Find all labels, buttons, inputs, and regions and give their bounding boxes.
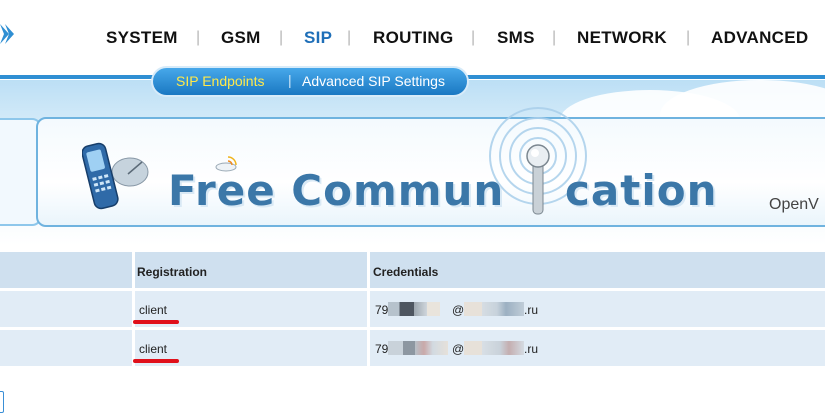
nav-separator: |	[279, 29, 284, 46]
column-divider	[367, 252, 370, 288]
redacted-text	[464, 302, 524, 316]
credentials-tld: .ru	[524, 303, 539, 317]
column-divider	[367, 291, 370, 327]
header-registration: Registration	[137, 265, 208, 279]
nav-network[interactable]: NETWORK	[577, 28, 667, 48]
banner-slogan-right: cation	[565, 166, 718, 215]
credentials-prefix: 79	[375, 303, 389, 317]
banner: Free Commun cation OpenV	[0, 80, 825, 245]
nav-routing[interactable]: ROUTING	[373, 28, 453, 48]
credentials-tld: .ru	[524, 342, 539, 356]
header-credentials: Credentials	[373, 265, 439, 279]
subnav-advanced-sip-settings[interactable]: Advanced SIP Settings	[302, 73, 445, 89]
subnav-sip-endpoints[interactable]: SIP Endpoints	[176, 73, 264, 89]
nav-sms[interactable]: SMS	[497, 28, 535, 48]
edge-control[interactable]	[0, 391, 4, 413]
table-header-row: Registration Credentials	[0, 252, 825, 288]
credentials-at: @	[452, 303, 465, 317]
table-row: client 79 @ .ru	[0, 291, 825, 327]
redacted-text	[464, 341, 524, 355]
credentials-prefix: 79	[375, 342, 389, 356]
nav-separator: |	[552, 29, 557, 46]
nav-separator: |	[686, 29, 691, 46]
column-divider	[367, 330, 370, 366]
brand-fragment: OpenV	[769, 196, 819, 213]
column-divider	[132, 252, 135, 288]
table-row: client 79 @ .ru	[0, 330, 825, 366]
nav-gsm[interactable]: GSM	[221, 28, 261, 48]
redacted-text	[388, 341, 448, 355]
annotation-underline	[133, 320, 179, 324]
nav-separator: |	[347, 29, 352, 46]
subnav-separator: |	[288, 72, 292, 88]
top-navigation: SYSTEM | GSM | SIP | ROUTING | SMS | NET…	[0, 0, 825, 75]
phone-icon	[81, 140, 152, 220]
credentials-at: @	[452, 342, 465, 356]
nav-sip[interactable]: SIP	[304, 28, 332, 48]
nav-advanced[interactable]: ADVANCED	[711, 28, 808, 48]
redacted-text	[388, 302, 440, 316]
nav-separator: |	[196, 29, 201, 46]
banner-slogan-left: Free Commun	[168, 166, 505, 215]
registration-cell: client	[139, 303, 168, 317]
sip-subnav: SIP Endpoints | Advanced SIP Settings	[153, 68, 467, 95]
nav-system[interactable]: SYSTEM	[106, 28, 178, 48]
annotation-underline	[133, 359, 179, 363]
registration-cell: client	[139, 342, 168, 356]
nav-separator: |	[471, 29, 476, 46]
